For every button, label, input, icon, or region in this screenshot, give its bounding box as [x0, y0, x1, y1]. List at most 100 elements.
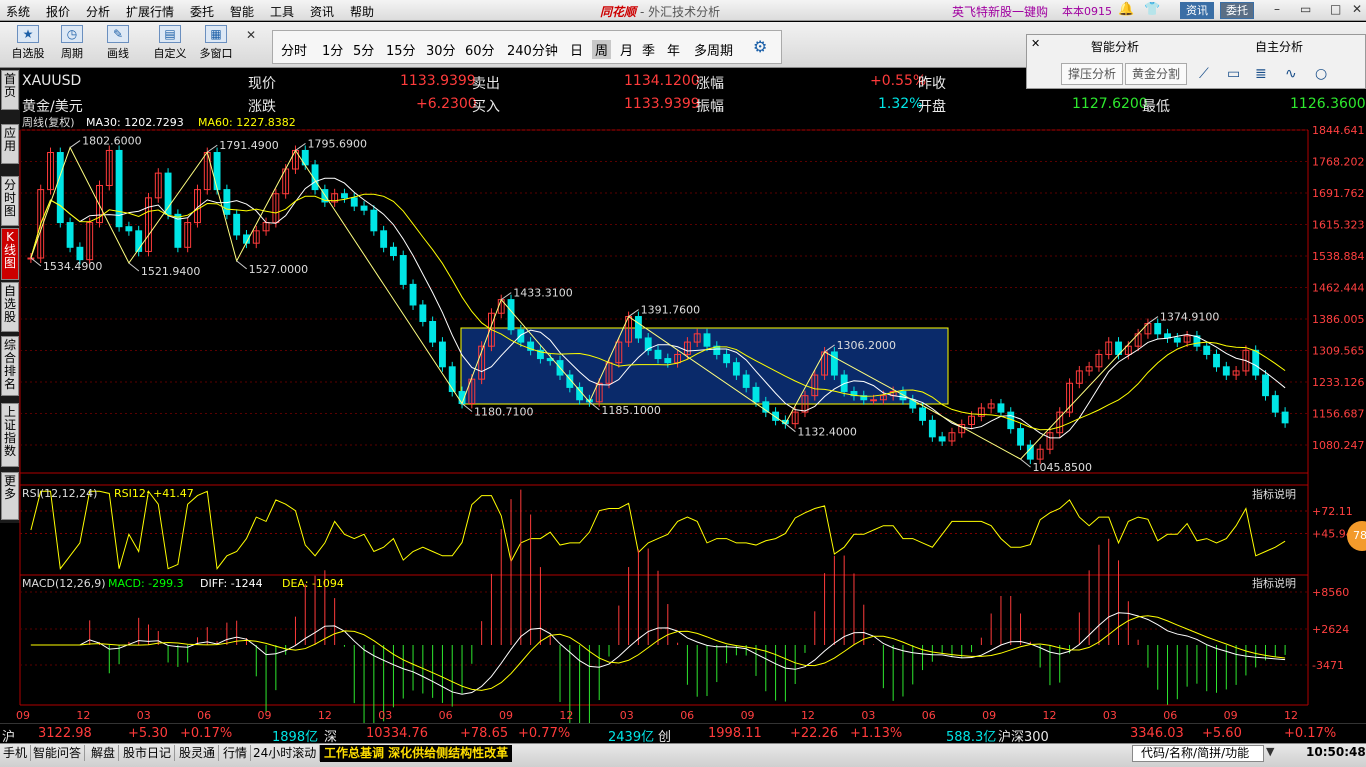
kline-chart[interactable]: 1802.6000 1791.4900 1795.6900 1534.4900 1521…: [0, 115, 1366, 723]
annotation-label: 1802.6000: [82, 135, 141, 148]
period-year[interactable]: 年: [667, 40, 680, 59]
candle-body: [772, 411, 780, 421]
restore-icon[interactable]: ▭: [1300, 2, 1311, 16]
period-button[interactable]: ◷ 周期: [50, 24, 94, 66]
cy-change: +22.26: [790, 726, 839, 741]
chart-grid: [19, 129, 1309, 706]
period-day[interactable]: 日: [570, 40, 583, 59]
promo-link[interactable]: 英飞特新股一键购: [952, 3, 1048, 20]
bell-icon[interactable]: 🔔: [1118, 2, 1134, 17]
tab-smart-analysis[interactable]: 智能分析: [1091, 38, 1139, 55]
time-tick-label: 03: [137, 709, 151, 722]
macd-explain-button[interactable]: 指标说明: [1252, 576, 1296, 590]
menu-tools[interactable]: 工具: [270, 3, 294, 20]
price-tick-label: 1386.005: [1312, 313, 1365, 326]
candle-body: [507, 299, 515, 331]
candle-body: [341, 193, 348, 199]
candle-body: [1154, 323, 1162, 335]
diff-label: DIFF: -1244: [200, 577, 263, 590]
price-tick-label: 1538.884: [1312, 250, 1365, 263]
value-now: 1133.9399: [400, 73, 476, 89]
rsi-explain-button[interactable]: 指标说明: [1252, 487, 1296, 501]
value-open: 1127.6200: [1072, 96, 1148, 112]
trade-button[interactable]: 委托: [1220, 2, 1254, 19]
draw-line-button[interactable]: ✎ 画线: [96, 24, 140, 66]
period-season[interactable]: 季: [642, 40, 655, 59]
annotation-leader: [1147, 316, 1159, 324]
candle-body: [517, 329, 525, 343]
tab-gulingtong[interactable]: 股灵通: [176, 745, 220, 761]
tab-24h[interactable]: 24小时滚动: [250, 745, 321, 761]
news-ticker[interactable]: 工作总基调 深化供给侧结构性改革: [320, 745, 513, 762]
annotation-label: 1306.2000: [837, 339, 897, 352]
toolbar-close-icon[interactable]: ✕: [246, 28, 256, 42]
annotation-leader: [1020, 458, 1031, 468]
sz-value: 10334.76: [366, 726, 429, 741]
bottom-bar: 手机 智能问答 解盘 股市日记 股灵通 行情 24小时滚动 工作总基调 深化供给…: [0, 743, 1366, 767]
period-60min[interactable]: 60分: [465, 40, 495, 59]
candle-body: [634, 316, 642, 339]
search-input[interactable]: 代码/名称/简拼/功能: [1132, 745, 1264, 762]
label-prev-close: 昨收: [918, 76, 946, 92]
annotation-label: 1045.8500: [1033, 461, 1093, 474]
period-240min[interactable]: 240分钟: [507, 40, 558, 59]
tab-stock-diary[interactable]: 股市日记: [120, 745, 176, 761]
period-1min[interactable]: 1分: [322, 40, 343, 59]
period-week[interactable]: 周: [592, 40, 612, 59]
custom-button[interactable]: ▤ 自定义: [148, 24, 192, 66]
menu-system[interactable]: 系统: [6, 3, 30, 20]
time-tick-label: 09: [258, 709, 272, 722]
value-amplitude: 1.32%: [878, 96, 923, 112]
candle-body: [66, 222, 74, 248]
candle-body: [723, 353, 731, 364]
multi-window-button[interactable]: ▦ 多窗口: [194, 24, 238, 66]
period-15min[interactable]: 15分: [386, 40, 416, 59]
symbol-code: XAUUSD: [22, 73, 82, 89]
menu-smart[interactable]: 智能: [230, 3, 254, 20]
time-tick-label: 12: [1042, 709, 1056, 722]
menu-extended[interactable]: 扩展行情: [126, 3, 174, 20]
news-button[interactable]: 资讯: [1180, 2, 1214, 19]
minimize-icon[interactable]: –: [1274, 2, 1280, 16]
candle-body: [1271, 395, 1279, 413]
settings-gear-icon[interactable]: ⚙: [753, 37, 767, 56]
maximize-icon[interactable]: □: [1330, 2, 1341, 16]
candle-body: [1164, 333, 1171, 339]
menu-help[interactable]: 帮助: [350, 3, 374, 20]
macd-tick-label: -3471: [1312, 659, 1344, 672]
sidetab-home[interactable]: 首页: [1, 70, 19, 110]
period-5min[interactable]: 5分: [353, 40, 374, 59]
period-month[interactable]: 月: [620, 40, 633, 59]
macd-label: MACD: -299.3: [108, 577, 184, 590]
period-30min[interactable]: 30分: [426, 40, 456, 59]
time-tick-label: 12: [559, 709, 573, 722]
menu-info[interactable]: 资讯: [310, 3, 334, 20]
quote-panel: XAUUSD 黄金/美元 现价 1133.9399 卖出 1134.1200 涨…: [20, 68, 1366, 116]
period-tick[interactable]: 分时: [281, 40, 307, 59]
annotation-label: 1795.6900: [307, 137, 367, 150]
candle-body: [1262, 374, 1269, 397]
candle-body: [56, 152, 64, 224]
time-tick-label: 06: [680, 709, 694, 722]
annotation-leader: [461, 403, 473, 412]
panel-close-icon[interactable]: ✕: [1031, 37, 1040, 50]
candle-body: [213, 152, 221, 191]
period-multi[interactable]: 多周期: [694, 40, 733, 59]
watchlist-button[interactable]: ★ 自选股: [6, 24, 50, 66]
menu-quote[interactable]: 报价: [46, 3, 70, 20]
tab-mobile[interactable]: 手机: [0, 745, 32, 761]
menu-analysis[interactable]: 分析: [86, 3, 110, 20]
tab-market[interactable]: 行情: [220, 745, 252, 761]
value-buy: 1133.9399: [624, 96, 700, 112]
price-annotations: 1802.6000 1791.4900 1795.6900 1534.4900 1521…: [30, 135, 1219, 474]
annotation-label: 1132.4000: [797, 426, 857, 439]
menu-trade[interactable]: 委托: [190, 3, 214, 20]
tab-self-analysis[interactable]: 自主分析: [1255, 38, 1303, 55]
annotation-label: 1791.4900: [219, 139, 278, 152]
tab-market-talk[interactable]: 解盘: [88, 745, 120, 761]
pencil-icon: ✎: [107, 25, 129, 43]
tab-smart-qa[interactable]: 智能问答: [30, 745, 86, 761]
shirt-icon[interactable]: 👕: [1144, 2, 1160, 17]
close-icon[interactable]: ✕: [1352, 2, 1362, 16]
dropdown-arrow-icon[interactable]: ▼: [1266, 745, 1274, 758]
